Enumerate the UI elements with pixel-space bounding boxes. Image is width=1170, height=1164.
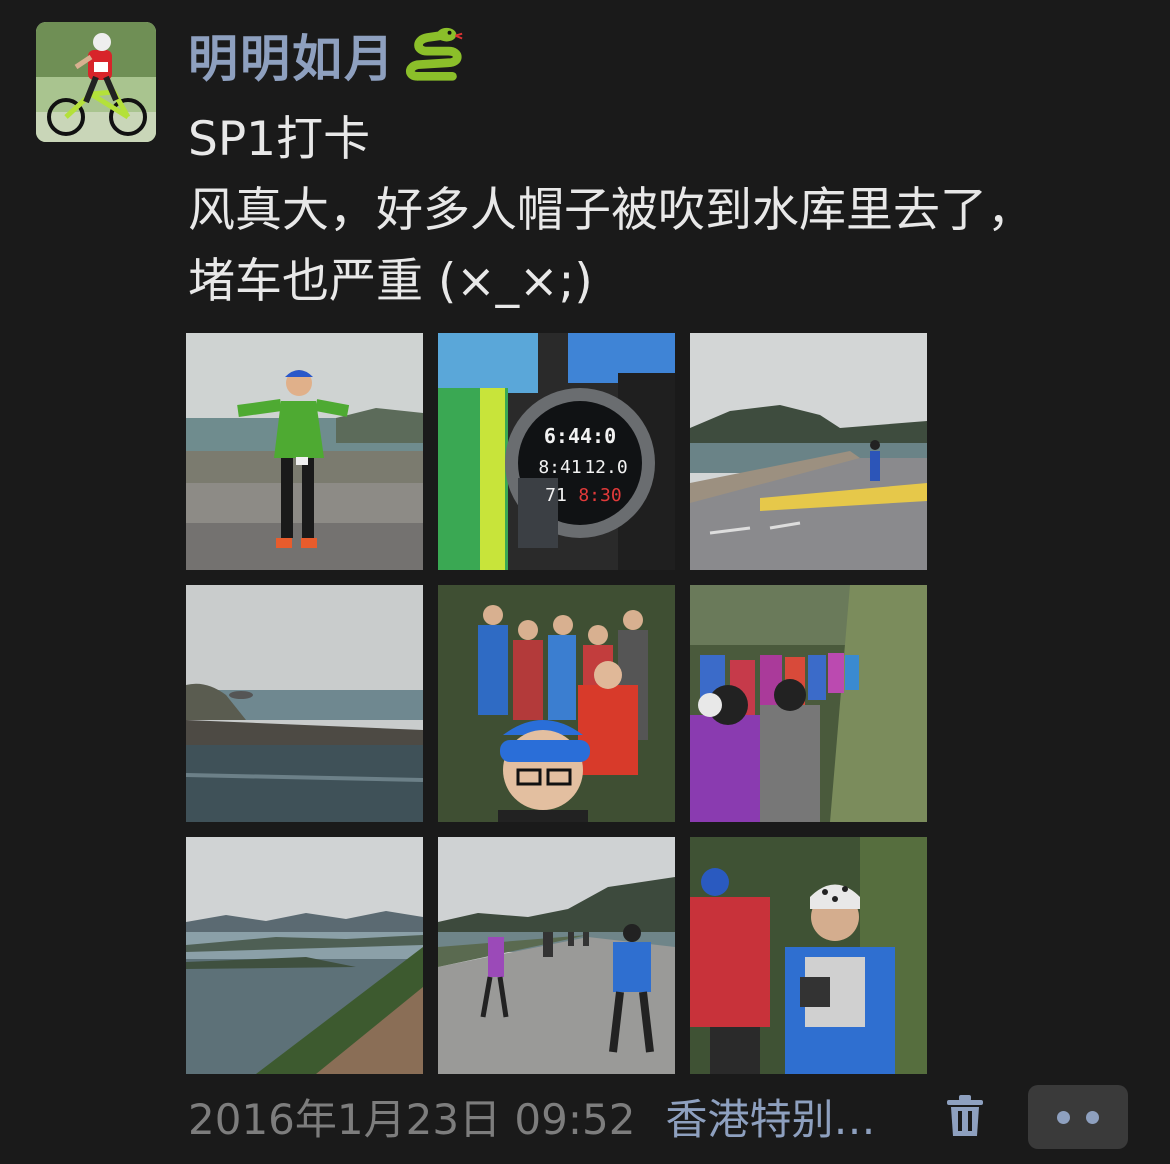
post-text: SP1打卡 风真大，好多人帽子被吹到水库里去了， 堵车也严重 (×_×;) [188, 104, 1148, 317]
watch-line1: 6:44:0 [544, 424, 616, 448]
photo-runner-thumbs-up[interactable] [186, 333, 423, 570]
more-button[interactable] [1028, 1085, 1128, 1149]
photo-grid: 6:44:0 8:41 12.0 71 8:30 [186, 333, 928, 1075]
watch-line2a: 8:41 [538, 457, 581, 478]
trash-icon [947, 1095, 983, 1136]
watch-line2b: 12.0 [584, 457, 627, 478]
post-timestamp: 2016年1月23日 09:52 [188, 1094, 636, 1144]
author-name-text: 明明如月 [188, 30, 396, 88]
watch-line3a: 71 [545, 485, 567, 506]
author-avatar[interactable] [36, 22, 156, 142]
author-name[interactable]: 明明如月 [188, 20, 466, 90]
post-location[interactable]: 香港特别… [665, 1086, 895, 1147]
watch-line3b: 8:30 [578, 485, 621, 506]
more-dots-icon [1086, 1110, 1099, 1124]
photo-runners-queue[interactable] [690, 585, 927, 822]
photo-runners-on-dam[interactable] [690, 333, 927, 570]
photo-sports-watch[interactable]: 6:44:0 8:41 12.0 71 8:30 [438, 333, 675, 570]
photo-runner-with-headband[interactable] [690, 837, 927, 1074]
post-footer: 2016年1月23日 09:52 香港特别… [188, 1086, 895, 1146]
photo-selfie-in-crowd[interactable] [438, 585, 675, 822]
photo-coastal-hills[interactable] [186, 837, 423, 1074]
delete-button[interactable] [940, 1090, 990, 1140]
photo-reservoir-seascape[interactable] [186, 585, 423, 822]
post-text-line: 风真大，好多人帽子被吹到水库里去了， [188, 183, 1034, 238]
photo-runners-on-road[interactable] [438, 837, 675, 1074]
post-text-line: SP1打卡 [188, 112, 371, 167]
snake-emoji-icon [406, 27, 463, 81]
post-text-line: 堵车也严重 (×_×;) [188, 254, 593, 309]
more-dots-icon [1057, 1110, 1070, 1124]
